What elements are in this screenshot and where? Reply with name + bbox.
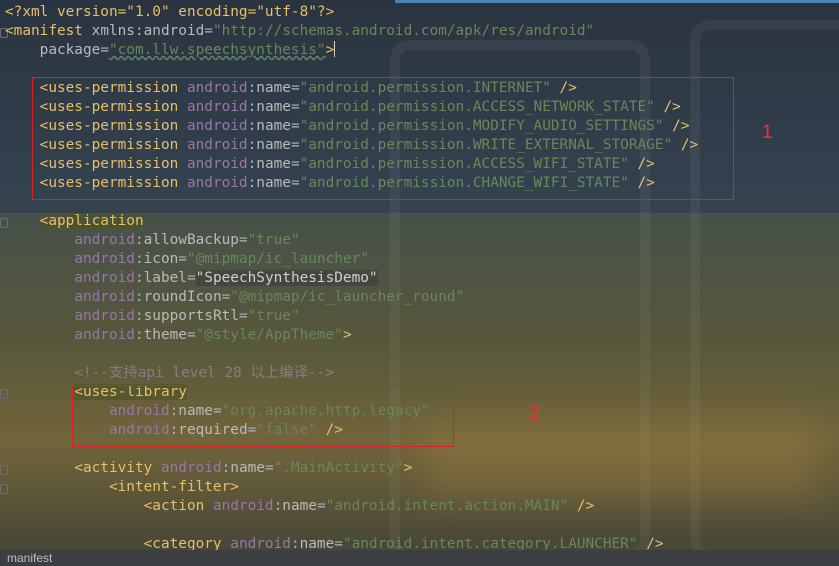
annotation-label-2: 2 — [529, 403, 540, 424]
attr-value: "SpeechSynthesisDemo" — [195, 270, 378, 286]
package-attr: package — [39, 42, 101, 58]
code-line: android:label="SpeechSynthesisDemo" — [74, 270, 378, 286]
manifest-tag: <manifest — [5, 23, 83, 39]
action-name-value: "android.intent.action.MAIN" — [325, 498, 569, 514]
code-line: package="com.llw.speechsynthesis"> — [39, 41, 336, 58]
code-line: android:supportsRtl="true" — [74, 308, 300, 324]
xmlns-attr: xmlns:android — [91, 23, 205, 39]
code-line: <application — [5, 212, 144, 231]
xml-declaration: <?xml version="1.0" encoding="utf-8"?> — [5, 4, 335, 20]
code-comment: <!--支持api level 28 以上编译--> — [74, 365, 334, 381]
application-tag: <application — [39, 213, 144, 229]
code-line: <activity android:name=".MainActivity"> — [74, 460, 413, 476]
intent-filter-tag: <intent-filter> — [108, 479, 239, 495]
xmlns-value: "http://schemas.android.com/apk/res/andr… — [212, 23, 595, 39]
highlight-box-uses-library — [72, 385, 454, 447]
breadcrumb-bar: manifest — [0, 550, 839, 566]
package-value: "com.llw.speechsynthesis" — [108, 42, 326, 58]
code-line: <!--支持api level 28 以上编译--> — [5, 364, 334, 383]
code-line: android:theme="@style/AppTheme"> — [74, 327, 352, 343]
action-tag: <action — [143, 498, 205, 514]
attr-value: "true" — [247, 308, 300, 324]
code-line: <intent-filter> — [5, 478, 239, 497]
code-line: <action android:name="android.intent.act… — [143, 498, 595, 514]
attr-value: "true" — [247, 232, 300, 248]
activity-tag: <activity — [74, 460, 153, 476]
attr-value: "@mipmap/ic_launcher_round" — [230, 289, 465, 305]
highlight-box-permissions — [32, 77, 734, 200]
activity-name-value: ".MainActivity" — [273, 460, 404, 476]
annotation-label-1: 1 — [762, 122, 773, 143]
attr-value: "@mipmap/ic_launcher" — [186, 251, 369, 267]
code-line: <manifest xmlns:android="http://schemas.… — [5, 23, 595, 39]
attr-value: "@style/AppTheme" — [195, 327, 343, 343]
code-line: android:roundIcon="@mipmap/ic_launcher_r… — [74, 289, 465, 305]
code-line: <?xml version="1.0" encoding="utf-8"?> — [5, 3, 334, 22]
code-line: android:allowBackup="true" — [74, 232, 300, 248]
text-cursor — [334, 41, 336, 57]
breadcrumb-item[interactable]: manifest — [7, 551, 52, 565]
code-line: android:icon="@mipmap/ic_launcher" — [74, 251, 369, 267]
